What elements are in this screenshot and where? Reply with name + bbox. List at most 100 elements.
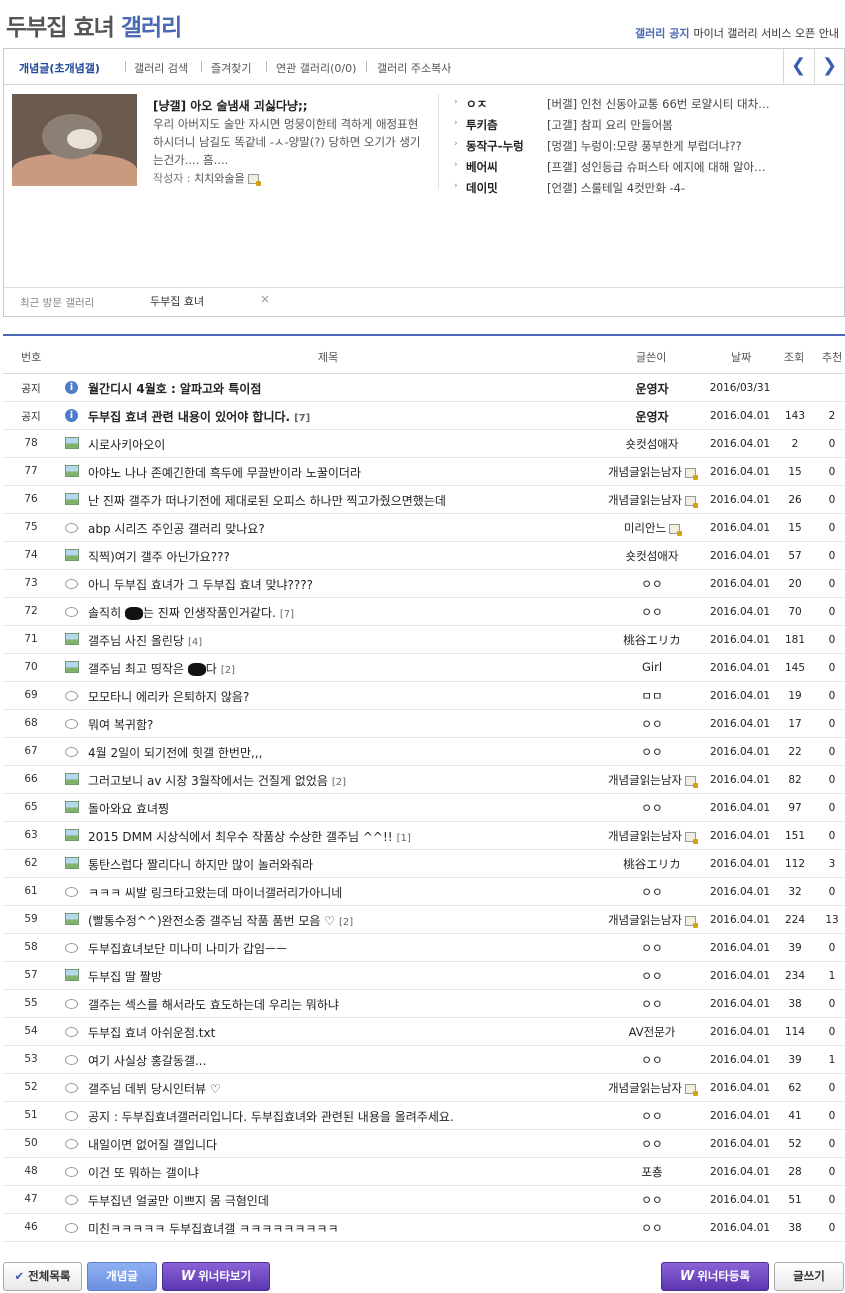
- tab-concept-posts[interactable]: 개념글(초개념갤): [19, 60, 100, 76]
- write-button[interactable]: 글쓰기: [774, 1262, 844, 1291]
- post-writer[interactable]: 개념글읽는남자: [589, 464, 715, 480]
- post-writer[interactable]: 桃谷エリカ: [589, 856, 715, 872]
- post-writer[interactable]: ㅇㅇ: [589, 884, 715, 900]
- post-writer[interactable]: ㅇㅇ: [589, 996, 715, 1012]
- post-subject[interactable]: 뭐여 복귀함?: [88, 716, 153, 733]
- all-list-button[interactable]: ✔ 전체목록: [3, 1262, 82, 1291]
- post-subject[interactable]: 솔직히 는 진짜 인생작품인거같다. [7]: [88, 604, 294, 621]
- comment-count[interactable]: [2]: [221, 665, 235, 676]
- post-subject[interactable]: 여기 사실상 홍갈동갤...: [88, 1052, 206, 1069]
- post-subject[interactable]: 두부집효녀보단 미나미 나미가 갑임ㅡㅡ: [88, 940, 287, 957]
- post-writer[interactable]: ㅇㅇ: [589, 1052, 715, 1068]
- hot-gallery-name[interactable]: 동작구-누렁: [466, 138, 524, 154]
- post-subject[interactable]: 내일이면 없어질 갤입니다: [88, 1136, 217, 1153]
- next-arrow-icon[interactable]: ❯: [814, 49, 844, 84]
- post-subject[interactable]: 직찍)여기 갤주 아닌가요???: [88, 548, 230, 565]
- post-writer[interactable]: AV전문가: [589, 1024, 715, 1040]
- featured-post-thumbnail[interactable]: [12, 94, 137, 186]
- prev-arrow-icon[interactable]: ❮: [783, 49, 813, 84]
- comment-count[interactable]: [2]: [339, 917, 353, 928]
- tab-copy-address[interactable]: 갤러리 주소복사: [377, 60, 451, 76]
- hot-list-item[interactable]: › 동작구-누렁 [멍갤] 누렁이:모량 풍부한게 부럽더냐??: [454, 136, 834, 157]
- featured-post-title[interactable]: [냥갤] 아오 술냄새 괴싫다냥;;: [153, 97, 308, 114]
- post-writer[interactable]: 개념글읽는남자: [589, 492, 715, 508]
- post-subject[interactable]: 시로사키아오이: [88, 436, 165, 453]
- post-writer[interactable]: ㅇㅇ: [589, 604, 715, 620]
- post-subject[interactable]: 아야노 나나 존예긴한데 흑두에 무끌반이라 노꿀이더라: [88, 464, 361, 481]
- post-subject[interactable]: 두부집년 얼굴만 이쁘지 몸 극혐인데: [88, 1192, 269, 1209]
- hot-post-title[interactable]: [프갤] 성인등급 슈퍼스타 에지에 대해 알아…: [547, 159, 766, 175]
- post-subject[interactable]: abp 시리즈 주인공 갤러리 맞나요?: [88, 520, 265, 537]
- hot-post-title[interactable]: [언갤] 스룰테일 4컷만화 -4-: [547, 180, 685, 196]
- winner-view-button[interactable]: W 위너타보기: [162, 1262, 270, 1291]
- post-subject[interactable]: 4월 2일이 되기전에 힛갤 한번만,,,: [88, 744, 262, 761]
- hot-gallery-name[interactable]: 데이밋: [466, 180, 498, 196]
- post-writer[interactable]: ㅇㅇ: [589, 968, 715, 984]
- hot-gallery-name[interactable]: 투키츰: [466, 117, 498, 133]
- post-subject[interactable]: 두부집 효녀 아쉬운점.txt: [88, 1024, 215, 1041]
- post-subject[interactable]: 갤주님 데뷔 당시인터뷰 ♡: [88, 1080, 221, 1097]
- post-writer[interactable]: ㅇㅇ: [589, 1220, 715, 1236]
- hot-post-title[interactable]: [멍갤] 누렁이:모량 풍부한게 부럽더냐??: [547, 138, 742, 154]
- comment-count[interactable]: [7]: [294, 413, 310, 424]
- gallery-notice-link[interactable]: 갤러리 공지 마이너 갤러리 서비스 오픈 안내: [635, 25, 839, 41]
- post-writer[interactable]: ㅇㅇ: [589, 1192, 715, 1208]
- tab-gallery-search[interactable]: 갤러리 검색: [134, 60, 188, 76]
- hot-post-title[interactable]: [고갤] 참피 요리 만들어봄: [547, 117, 673, 133]
- post-writer[interactable]: 숏컷섬애자: [589, 436, 715, 452]
- post-subject[interactable]: 공지 : 두부집효녀갤러리입니다. 두부집효녀와 관련된 내용을 올려주세요.: [88, 1108, 454, 1125]
- post-writer[interactable]: 포춍: [589, 1164, 715, 1180]
- hot-list-item[interactable]: › 데이밋 [언갤] 스룰테일 4컷만화 -4-: [454, 178, 834, 199]
- post-subject[interactable]: 그러고보니 av 시장 3월작에서는 건질게 없었음 [2]: [88, 772, 346, 789]
- post-writer[interactable]: 桃谷エリカ: [589, 632, 715, 648]
- tab-favorites[interactable]: 즐겨찾기: [211, 60, 251, 76]
- post-writer[interactable]: 운영자: [589, 380, 715, 397]
- post-writer[interactable]: 미리안느: [589, 520, 715, 536]
- post-writer[interactable]: ㅇㅇ: [589, 1136, 715, 1152]
- post-writer[interactable]: ㅇㅇ: [589, 716, 715, 732]
- tab-related-galleries[interactable]: 연관 갤러리(0/0): [276, 60, 356, 76]
- post-writer[interactable]: 개념글읽는남자: [589, 912, 715, 928]
- post-writer[interactable]: ㅇㅇ: [589, 940, 715, 956]
- post-subject[interactable]: 난 진짜 갤주가 떠나기전에 제대로된 오피스 하나만 찍고가줬으면했는데: [88, 492, 446, 509]
- post-subject[interactable]: ㅋㅋㅋ 씨발 링크타고왔는데 마이너갤러리가아니네: [88, 884, 342, 901]
- post-subject[interactable]: 두부집 효녀 관련 내용이 있어야 합니다. [7]: [88, 408, 310, 425]
- post-subject[interactable]: (빨통수정^^)완전소중 갤주님 작품 품번 모음 ♡ [2]: [88, 912, 353, 929]
- hot-list-item[interactable]: › 베어씨 [프갤] 성인등급 슈퍼스타 에지에 대해 알아…: [454, 157, 834, 178]
- comment-count[interactable]: [2]: [332, 777, 346, 788]
- post-subject[interactable]: 2015 DMM 시상식에서 최우수 작품상 수상한 갤주님 ^^!! [1]: [88, 828, 411, 845]
- post-subject[interactable]: 돌아와요 효녀찡: [88, 800, 169, 817]
- post-subject[interactable]: 통탄스럽다 짤리다니 하지만 많이 놀러와줘라: [88, 856, 313, 873]
- post-subject[interactable]: 모모타니 에리카 은퇴하지 않음?: [88, 688, 249, 705]
- post-subject[interactable]: 아니 두부집 효녀가 그 두부집 효녀 맞냐????: [88, 576, 313, 593]
- post-subject[interactable]: 두부집 딸 짤방: [88, 968, 162, 985]
- hot-gallery-name[interactable]: 베어씨: [466, 159, 498, 175]
- post-writer[interactable]: ㅇㅇ: [589, 576, 715, 592]
- post-writer[interactable]: ㅇㅇ: [589, 1108, 715, 1124]
- hot-list-item[interactable]: › ㅇㅈ [버갤] 인천 신동아교통 66번 로얄시티 대차…: [454, 94, 834, 115]
- post-subject[interactable]: 이건 또 뭐하는 갤이냐: [88, 1164, 199, 1181]
- post-writer[interactable]: 운영자: [589, 408, 715, 425]
- post-subject[interactable]: 갤주님 사진 올린당 [4]: [88, 632, 202, 649]
- post-writer[interactable]: 개념글읽는남자: [589, 828, 715, 844]
- post-subject[interactable]: 갤주는 섹스를 해서라도 효도하는데 우리는 뭐하냐: [88, 996, 339, 1013]
- comment-count[interactable]: [4]: [188, 637, 202, 648]
- post-writer[interactable]: Girl: [589, 660, 715, 674]
- post-subject[interactable]: 미친ㅋㅋㅋㅋㅋ 두부집효녀갤 ㅋㅋㅋㅋㅋㅋㅋㅋㅋ: [88, 1220, 339, 1237]
- hot-list-item[interactable]: › 투키츰 [고갤] 참피 요리 만들어봄: [454, 115, 834, 136]
- comment-count[interactable]: [1]: [397, 833, 411, 844]
- gallery-title[interactable]: 두부집 효녀 갤러리: [6, 8, 182, 42]
- hot-post-title[interactable]: [버갤] 인천 신동아교통 66번 로얄시티 대차…: [547, 96, 770, 112]
- featured-post-excerpt[interactable]: 우리 아버지도 술만 자시면 멍뭉이한테 격하게 애정표현하시더니 남길도 똑같…: [153, 115, 423, 169]
- winner-register-button[interactable]: W 위너타등록: [661, 1262, 769, 1291]
- comment-count[interactable]: [7]: [280, 609, 294, 620]
- post-writer[interactable]: ㅁㅁ: [589, 688, 715, 704]
- post-writer[interactable]: 개념글읽는남자: [589, 772, 715, 788]
- close-icon[interactable]: ×: [260, 292, 270, 306]
- post-writer[interactable]: ㅇㅇ: [589, 800, 715, 816]
- post-writer[interactable]: 숏컷섬애자: [589, 548, 715, 564]
- post-writer[interactable]: 개념글읽는남자: [589, 1080, 715, 1096]
- post-subject[interactable]: 월간디시 4월호 : 알파고와 특이점: [88, 380, 261, 397]
- hot-gallery-name[interactable]: ㅇㅈ: [466, 96, 487, 112]
- post-writer[interactable]: ㅇㅇ: [589, 744, 715, 760]
